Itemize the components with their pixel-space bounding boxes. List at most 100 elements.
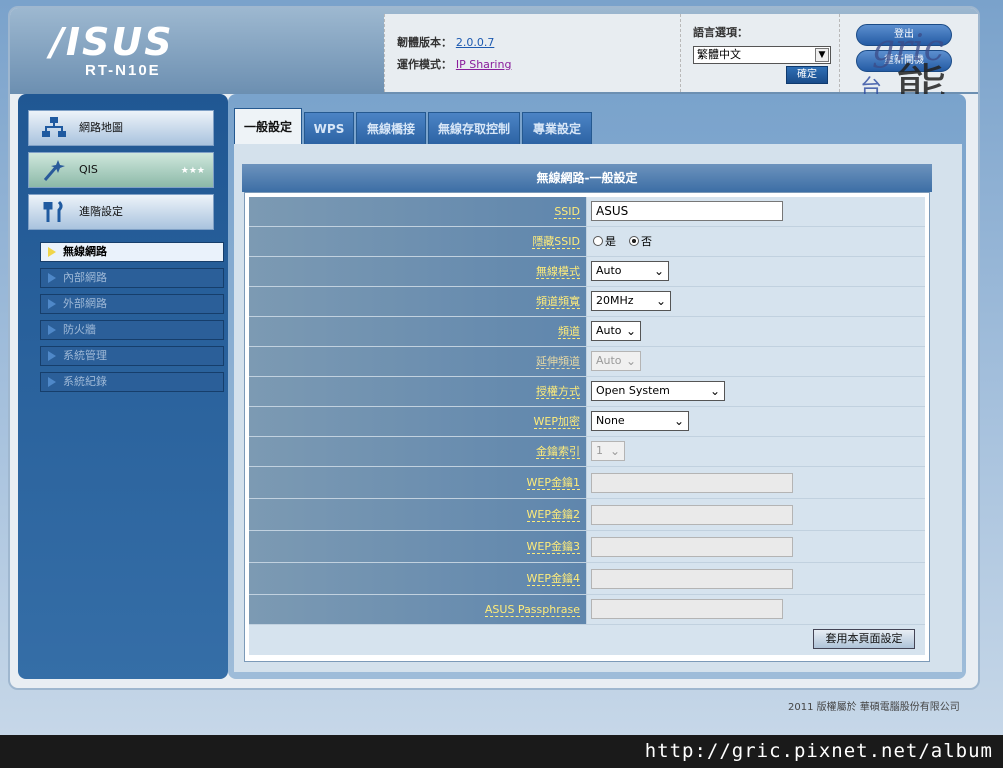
chevron-down-icon: ⌄ <box>625 324 636 338</box>
sidebar-item-network-map[interactable]: 網路地圖 <box>28 110 214 146</box>
row-wep-key-2: WEP金鑰2 <box>249 499 925 531</box>
row-wep: WEP加密 None ⌄ <box>249 407 925 437</box>
asus-logo: /ISUS RT-N10E <box>50 22 200 79</box>
row-wep-key-1: WEP金鑰1 <box>249 467 925 499</box>
field-label: 金鑰索引 <box>536 445 580 459</box>
tab-access-control[interactable]: 無線存取控制 <box>428 112 520 144</box>
arrow-right-icon <box>48 299 56 309</box>
tab-bridge[interactable]: 無線橋接 <box>356 112 426 144</box>
arrow-right-icon <box>48 325 56 335</box>
chevron-down-icon: ⌄ <box>655 294 666 308</box>
row-wireless-mode: 無線模式 Auto ⌄ <box>249 257 925 287</box>
mode-label: 運作模式： <box>397 58 452 71</box>
copyright-text: 2011 版權屬於 華碩電腦股份有限公司 <box>788 702 960 713</box>
sidebar-item-label: QIS <box>79 163 98 176</box>
sidebar-item-advanced[interactable]: 進階設定 <box>28 194 214 230</box>
row-wep-key-3: WEP金鑰3 <box>249 531 925 563</box>
chevron-down-icon: ⌄ <box>709 384 720 398</box>
model-name: RT-N10E <box>85 62 161 79</box>
arrow-right-icon <box>48 377 56 387</box>
arrow-right-icon <box>48 351 56 361</box>
footer-bar: http://gric.pixnet.net/album <box>0 735 1003 768</box>
sidebar-sub-firewall[interactable]: 防火牆 <box>40 320 224 340</box>
language-select[interactable]: 繁體中文 ▼ <box>693 46 831 64</box>
row-auth: 授權方式 Open System ⌄ <box>249 377 925 407</box>
footer-url: http://gric.pixnet.net/album <box>644 740 993 762</box>
row-passphrase: ASUS Passphrase <box>249 595 925 625</box>
apply-row: 套用本頁面設定 <box>249 625 925 655</box>
arrow-right-icon <box>48 247 56 257</box>
bandwidth-select[interactable]: 20MHz ⌄ <box>591 291 671 311</box>
row-wep-key-4: WEP金鑰4 <box>249 563 925 595</box>
chevron-down-icon: ▼ <box>815 48 829 62</box>
tab-professional[interactable]: 專業設定 <box>522 112 592 144</box>
ext-channel-select: Auto ⌄ <box>591 351 641 371</box>
sidebar-sub-lan[interactable]: 內部網路 <box>40 268 224 288</box>
channel-select[interactable]: Auto ⌄ <box>591 321 641 341</box>
field-label: WEP加密 <box>533 415 580 429</box>
row-ssid: SSID ASUS <box>249 197 925 227</box>
wep-key-1-input[interactable] <box>591 473 793 493</box>
tab-general[interactable]: 一般設定 <box>234 108 302 146</box>
field-label: 頻道頻寬 <box>536 295 580 309</box>
apply-button[interactable]: 套用本頁面設定 <box>813 629 915 649</box>
firmware-version-link[interactable]: 2.0.0.7 <box>456 36 494 49</box>
field-label: 隱藏SSID <box>532 235 580 249</box>
star-icon: ★★★ <box>180 166 205 176</box>
sidebar-item-label: 網路地圖 <box>79 121 123 134</box>
form-title: 無線網路-一般設定 <box>242 164 932 192</box>
chevron-down-icon: ⌄ <box>653 264 664 278</box>
ssid-input[interactable]: ASUS <box>591 201 783 221</box>
sidebar-item-label: 進階設定 <box>79 205 123 218</box>
field-label: WEP金鑰4 <box>526 572 580 586</box>
field-label: WEP金鑰1 <box>526 476 580 490</box>
wep-key-2-input[interactable] <box>591 505 793 525</box>
language-label: 語言選項： <box>693 26 748 39</box>
row-hide-ssid: 隱藏SSID 是 否 <box>249 227 925 257</box>
field-label: 無線模式 <box>536 265 580 279</box>
language-confirm-button[interactable]: 確定 <box>786 66 828 84</box>
sidebar: 網路地圖 QIS ★★★ 進階設定 無線網路 內部網路 外部網路 防火牆 系統管… <box>18 94 228 679</box>
wep-encryption-select[interactable]: None ⌄ <box>591 411 689 431</box>
firmware-label: 韌體版本： <box>397 36 452 49</box>
operation-mode-link[interactable]: IP Sharing <box>456 58 512 71</box>
tools-icon <box>43 200 63 222</box>
field-label: WEP金鑰2 <box>526 508 580 522</box>
field-label: ASUS Passphrase <box>484 603 580 617</box>
network-map-icon <box>42 117 66 137</box>
key-index-select: 1 ⌄ <box>591 441 625 461</box>
settings-form: SSID ASUS 隱藏SSID 是 否 無線模式 Auto ⌄ 頻道頻寬 20M… <box>244 192 930 662</box>
field-label: 頻道 <box>558 325 580 339</box>
sidebar-sub-wan[interactable]: 外部網路 <box>40 294 224 314</box>
hide-ssid-no-radio[interactable]: 否 <box>629 233 652 249</box>
hide-ssid-yes-radio[interactable]: 是 <box>593 233 616 249</box>
language-value: 繁體中文 <box>697 48 741 61</box>
field-label: WEP金鑰3 <box>526 540 580 554</box>
row-channel: 頻道 Auto ⌄ <box>249 317 925 347</box>
sidebar-sub-log[interactable]: 系統紀錄 <box>40 372 224 392</box>
row-ext-channel: 延伸頻道 Auto ⌄ <box>249 347 925 377</box>
chevron-down-icon: ⌄ <box>673 414 684 428</box>
logo-text: /ISUS <box>50 20 174 64</box>
sidebar-sub-admin[interactable]: 系統管理 <box>40 346 224 366</box>
field-label: 延伸頻道 <box>536 355 580 369</box>
wep-key-4-input[interactable] <box>591 569 793 589</box>
settings-panel: 無線網路-一般設定 SSID ASUS 隱藏SSID 是 否 無線模式 Auto… <box>234 144 962 672</box>
tab-wps[interactable]: WPS <box>304 112 354 144</box>
chevron-down-icon: ⌄ <box>625 354 636 368</box>
row-bandwidth: 頻道頻寬 20MHz ⌄ <box>249 287 925 317</box>
firmware-info: 韌體版本： 2.0.0.7 運作模式： IP Sharing <box>384 14 680 92</box>
sidebar-item-qis[interactable]: QIS ★★★ <box>28 152 214 188</box>
chevron-down-icon: ⌄ <box>609 444 620 458</box>
field-label: 授權方式 <box>536 385 580 399</box>
auth-method-select[interactable]: Open System ⌄ <box>591 381 725 401</box>
wep-key-3-input[interactable] <box>591 537 793 557</box>
field-label: SSID <box>554 205 580 219</box>
wand-icon <box>43 160 65 181</box>
passphrase-input[interactable] <box>591 599 783 619</box>
row-key-index: 金鑰索引 1 ⌄ <box>249 437 925 467</box>
wireless-mode-select[interactable]: Auto ⌄ <box>591 261 669 281</box>
content-area: 一般設定 WPS 無線橋接 無線存取控制 專業設定 ? 無線網路-一般設定 SS… <box>228 94 966 679</box>
sidebar-sub-wireless[interactable]: 無線網路 <box>40 242 224 262</box>
arrow-right-icon <box>48 273 56 283</box>
